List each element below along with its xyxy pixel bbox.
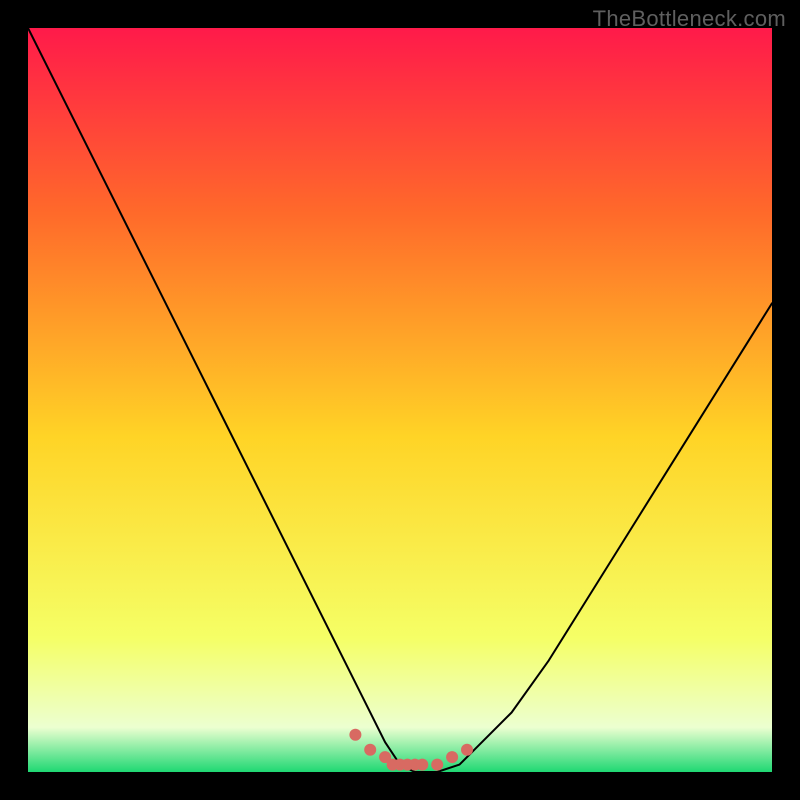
gradient-background: [28, 28, 772, 772]
trough-marker: [364, 744, 376, 756]
watermark-text: TheBottleneck.com: [593, 6, 786, 32]
chart-frame: TheBottleneck.com: [0, 0, 800, 800]
trough-marker: [461, 744, 473, 756]
chart-svg: [28, 28, 772, 772]
trough-marker: [349, 729, 361, 741]
plot-area: [28, 28, 772, 772]
trough-marker: [446, 751, 458, 763]
trough-marker: [416, 759, 428, 771]
trough-marker: [431, 759, 443, 771]
